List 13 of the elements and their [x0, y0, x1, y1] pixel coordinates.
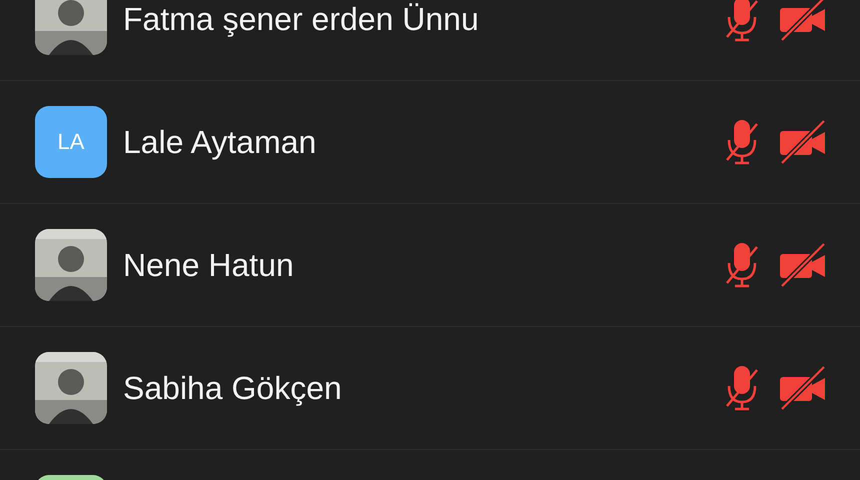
- participant-name: Fatma şener erden Ünnu: [123, 0, 480, 38]
- participant-name: Nene Hatun: [123, 246, 295, 284]
- muted-microphone-icon[interactable]: [724, 0, 760, 43]
- muted-microphone-icon[interactable]: [724, 364, 760, 412]
- video-off-icon[interactable]: [778, 119, 828, 165]
- video-off-icon[interactable]: [778, 365, 828, 411]
- participant-name: Lale Aytaman: [123, 124, 318, 160]
- muted-microphone-icon[interactable]: [724, 241, 760, 289]
- muted-microphone-icon[interactable]: [724, 118, 760, 166]
- video-off-icon[interactable]: [778, 242, 828, 288]
- video-off-icon[interactable]: [778, 0, 828, 42]
- avatar-initials: LA: [58, 129, 84, 155]
- participant-name: Sabiha Gökçen: [123, 370, 343, 406]
